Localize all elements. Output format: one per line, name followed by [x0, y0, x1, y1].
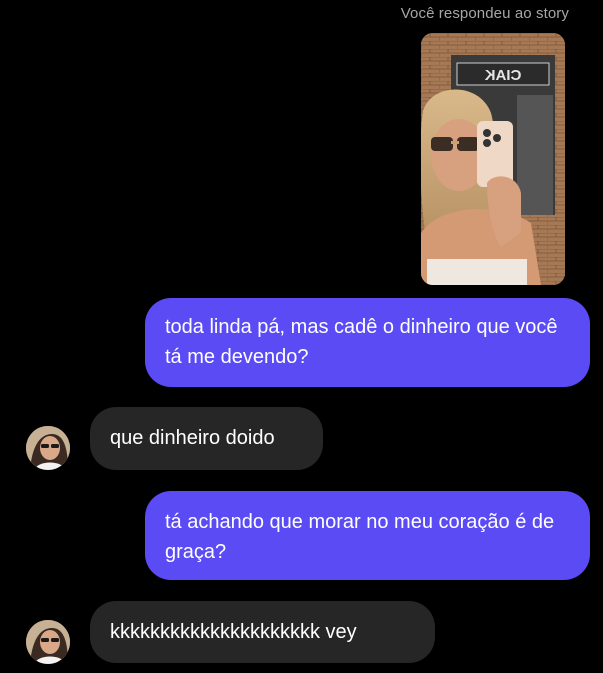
- story-reply-caption: Você respondeu ao story: [400, 5, 569, 22]
- contact-avatar[interactable]: [26, 426, 70, 470]
- contact-avatar[interactable]: [26, 620, 70, 664]
- message-bubble-received[interactable]: que dinheiro doido: [90, 407, 323, 470]
- message-bubble-sent[interactable]: tá achando que morar no meu coração é de…: [145, 491, 590, 580]
- story-thumbnail[interactable]: CIAK: [421, 33, 565, 285]
- story-image: CIAK: [421, 33, 565, 285]
- message-bubble-sent[interactable]: toda linda pá, mas cadê o dinheiro que v…: [145, 298, 590, 387]
- store-sign: CIAK: [485, 67, 522, 84]
- avatar-icon: [26, 620, 70, 664]
- avatar-icon: [26, 426, 70, 470]
- message-bubble-received[interactable]: kkkkkkkkkkkkkkkkkkkkk vey: [90, 601, 435, 663]
